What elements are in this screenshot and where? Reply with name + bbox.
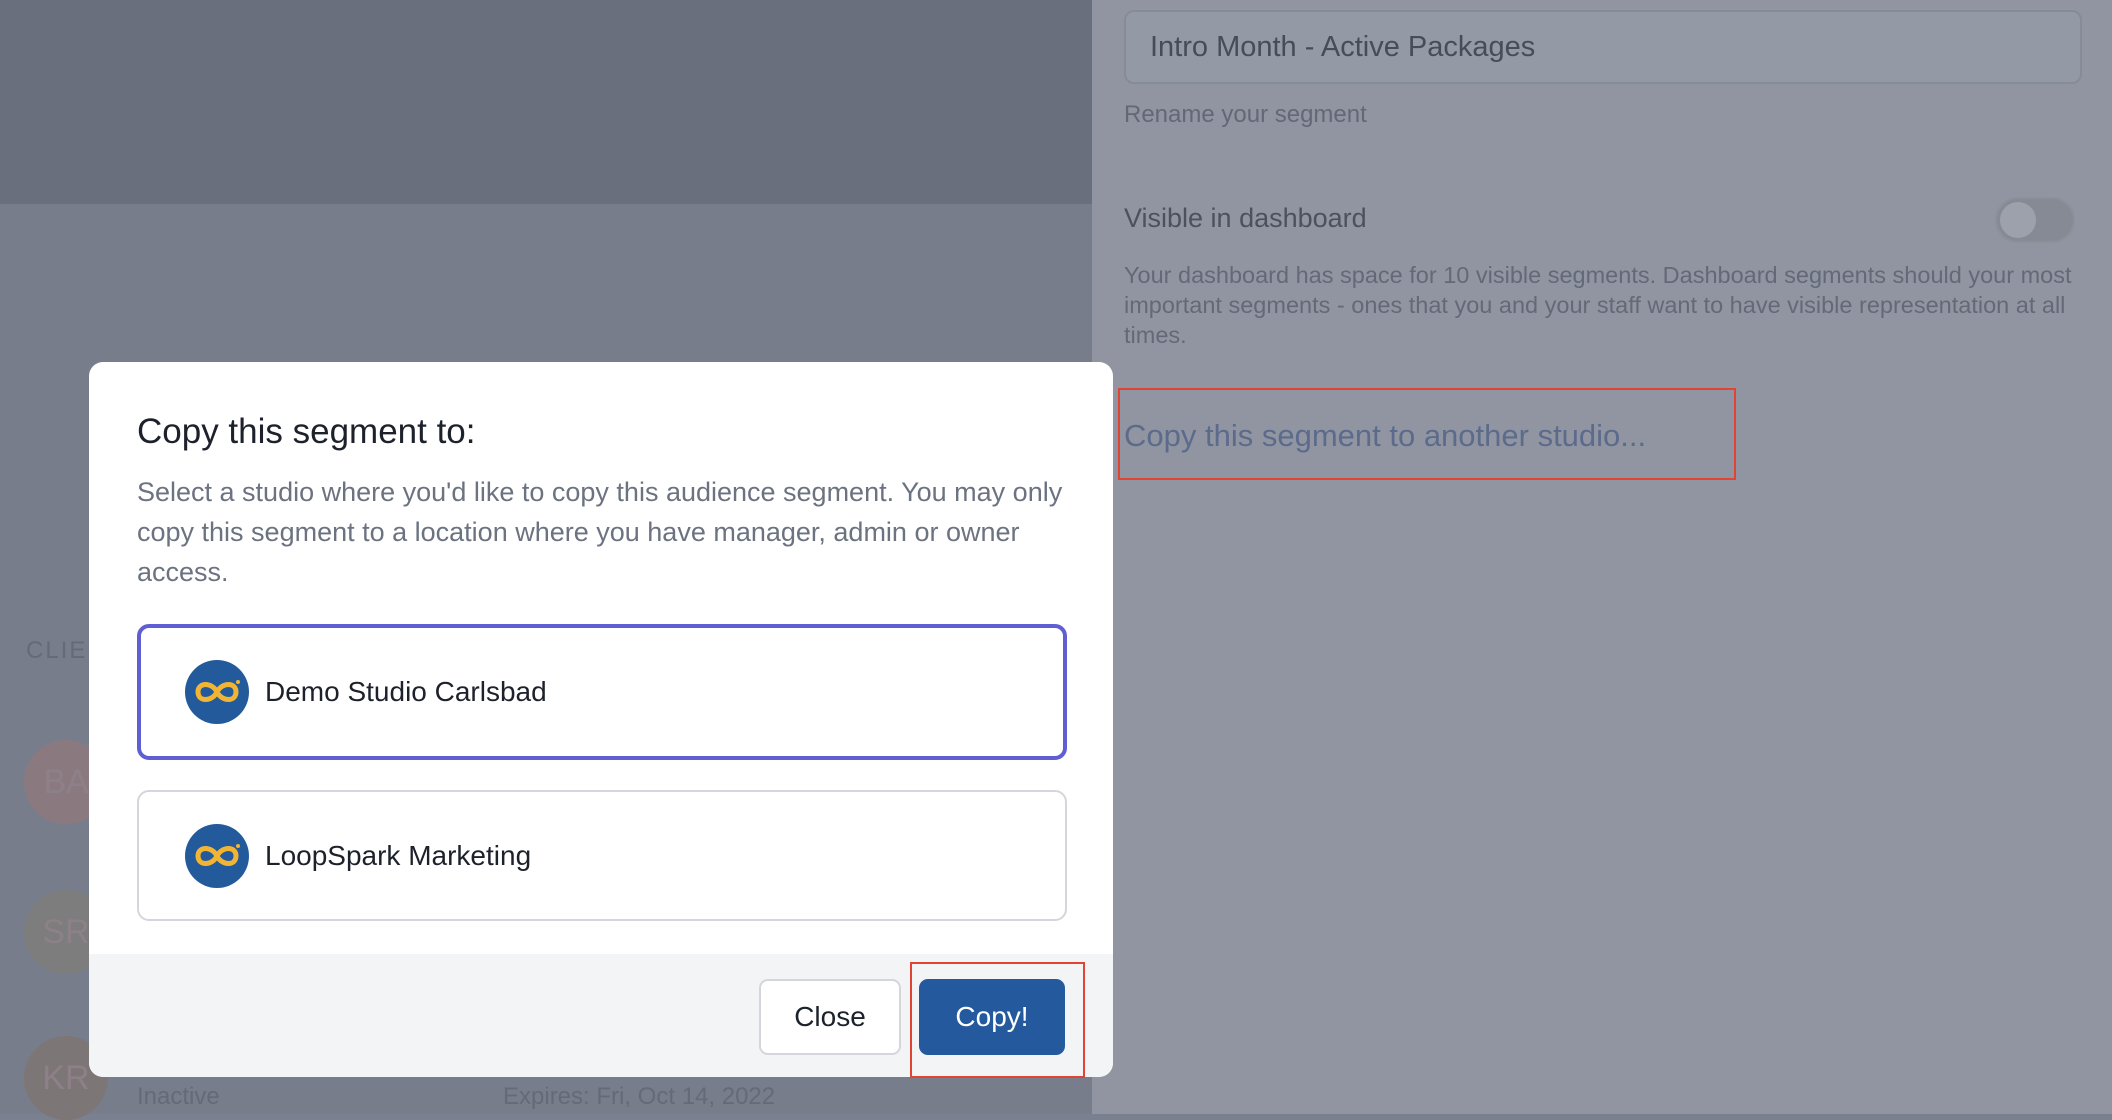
loopspark-logo-icon — [185, 660, 249, 724]
loopspark-logo-icon — [185, 823, 249, 888]
segment-name-help: Rename your segment — [1124, 101, 1367, 128]
modal-title: Copy this segment to: — [137, 412, 476, 451]
annotation-highlight-box — [910, 962, 1085, 1078]
client-status: Inactive — [137, 1083, 220, 1110]
visible-in-dashboard-toggle[interactable] — [1995, 197, 2075, 243]
background-header — [0, 0, 1092, 204]
close-button[interactable]: Close — [759, 979, 901, 1055]
visible-in-dashboard-description: Your dashboard has space for 10 visible … — [1124, 262, 2072, 348]
client-expires: Expires: Fri, Oct 14, 2022 — [503, 1083, 776, 1110]
studio-option-loopspark-marketing[interactable]: LoopSpark Marketing — [137, 790, 1067, 921]
modal-description: Select a studio where you'd like to copy… — [137, 477, 1063, 587]
annotation-highlight-box — [1118, 388, 1736, 480]
studio-option-demo-studio-carlsbad[interactable]: Demo Studio Carlsbad — [137, 624, 1067, 760]
studio-name: LoopSpark Marketing — [265, 839, 532, 871]
segment-name-input[interactable]: Intro Month - Active Packages — [1124, 10, 2082, 84]
toggle-knob — [2000, 202, 2036, 238]
visible-in-dashboard-label: Visible in dashboard — [1124, 203, 1367, 233]
segment-settings-panel — [1092, 0, 2112, 1114]
studio-name: Demo Studio Carlsbad — [265, 676, 547, 707]
